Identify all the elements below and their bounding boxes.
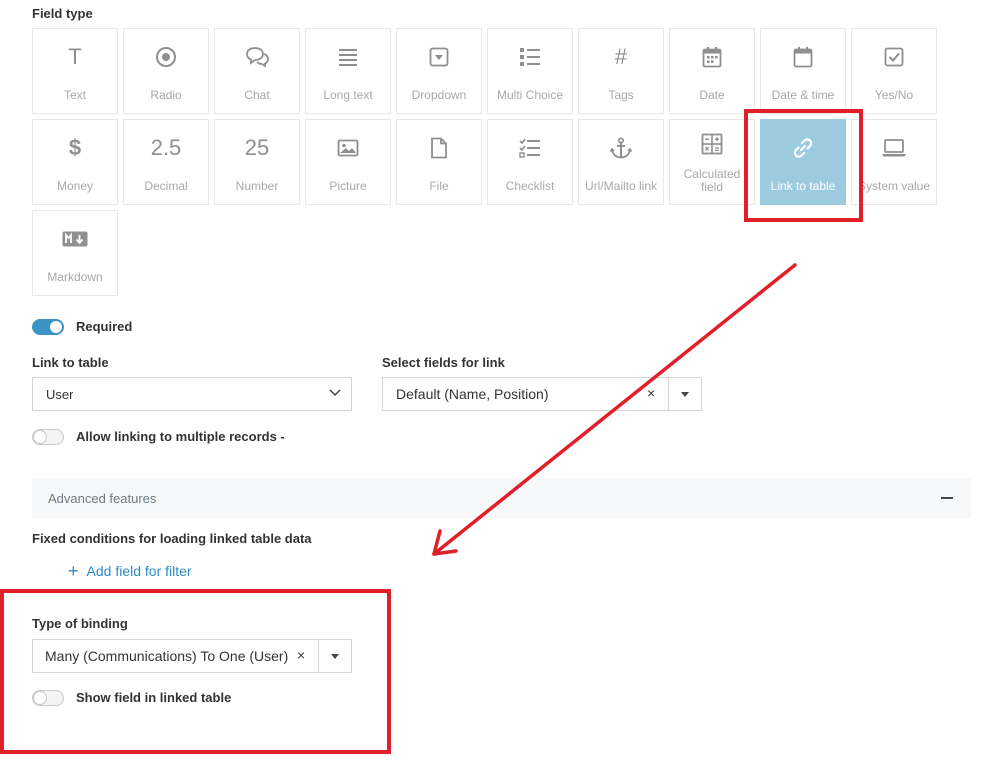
field-type-number[interactable]: 25 Number	[214, 119, 300, 205]
field-type-markdown[interactable]: Markdown	[32, 210, 118, 296]
fixed-conditions-label: Fixed conditions for loading linked tabl…	[32, 531, 312, 546]
chat-icon	[244, 43, 270, 71]
plus-icon: +	[68, 561, 79, 581]
tile-label: Checklist	[505, 179, 555, 193]
decimal-icon: 2.5	[150, 135, 182, 160]
hash-icon: #	[614, 44, 628, 69]
picture-icon	[337, 134, 359, 162]
show-linked-label: Show field in linked table	[76, 690, 232, 705]
tile-label: Dropdown	[411, 88, 467, 102]
laptop-icon	[881, 134, 907, 162]
type-of-binding-value: Many (Communications) To One (User)	[45, 648, 289, 664]
checklist-icon	[519, 134, 541, 162]
tile-label: Money	[56, 179, 94, 193]
allow-multiple-label: Allow linking to multiple records -	[76, 429, 285, 444]
field-type-chat[interactable]: Chat	[214, 28, 300, 114]
tile-label: Calculated field	[683, 167, 741, 194]
file-icon	[430, 134, 448, 162]
anchor-icon	[610, 134, 632, 162]
tile-label: Long text	[323, 88, 373, 102]
field-type-link-to-table[interactable]: Link to table	[760, 119, 846, 205]
required-label: Required	[76, 319, 133, 334]
checkbox-icon	[884, 43, 904, 71]
select-fields-value: Default (Name, Position)	[396, 386, 549, 402]
link-to-table-label: Link to table	[32, 355, 109, 370]
advanced-features-panel[interactable]: Advanced features	[32, 478, 971, 518]
field-type-multi-choice[interactable]: Multi Choice	[487, 28, 573, 114]
select-fields-label: Select fields for link	[382, 355, 505, 370]
field-type-yes-no[interactable]: Yes/No	[851, 28, 937, 114]
tile-label: Link to table	[770, 179, 836, 193]
tile-label: Multi Choice	[496, 88, 564, 102]
radio-icon	[155, 43, 177, 71]
field-type-checklist[interactable]: Checklist	[487, 119, 573, 205]
caret-down-icon	[681, 392, 689, 397]
calendar-icon	[702, 43, 722, 71]
collapse-icon[interactable]	[941, 497, 953, 499]
clear-icon[interactable]: ×	[297, 647, 305, 663]
field-type-date-time[interactable]: Date & time	[760, 28, 846, 114]
tile-label: Text	[63, 88, 86, 102]
advanced-features-label: Advanced features	[48, 491, 157, 506]
field-type-url-mailto[interactable]: Url/Mailto link	[578, 119, 664, 205]
field-type-decimal[interactable]: 2.5 Decimal	[123, 119, 209, 205]
select-fields-select[interactable]: Default (Name, Position) ×	[382, 377, 702, 411]
field-type-date[interactable]: Date	[669, 28, 755, 114]
markdown-icon	[62, 225, 88, 253]
link-to-table-select[interactable]: User	[32, 377, 352, 411]
field-type-calculated[interactable]: Calculated field	[669, 119, 755, 205]
tile-label: System value	[857, 179, 931, 193]
tile-label: Chat	[244, 88, 270, 102]
tile-label: Picture	[329, 179, 367, 193]
tile-label: Number	[235, 179, 279, 193]
tile-label: Decimal	[144, 179, 188, 193]
field-type-long-text[interactable]: Long text	[305, 28, 391, 114]
tile-label: Date & time	[771, 88, 835, 102]
allow-multiple-toggle[interactable]	[32, 429, 64, 445]
dollar-icon: $	[68, 135, 82, 160]
tile-label: Tags	[608, 88, 634, 102]
tile-label: Radio	[150, 88, 182, 102]
select-fields-dropdown-button[interactable]	[668, 378, 701, 410]
field-type-text[interactable]: T Text	[32, 28, 118, 114]
number-icon: 25	[244, 135, 270, 160]
tile-label: Yes/No	[874, 88, 914, 102]
calculator-icon	[701, 130, 723, 158]
calendar-time-icon	[793, 43, 813, 71]
type-of-binding-dropdown-button[interactable]	[318, 640, 351, 672]
tile-label: Date	[699, 88, 725, 102]
field-type-picture[interactable]: Picture	[305, 119, 391, 205]
field-type-dropdown[interactable]: Dropdown	[396, 28, 482, 114]
required-toggle[interactable]	[32, 319, 64, 335]
add-field-for-filter-label: Add field for filter	[86, 563, 192, 579]
show-linked-toggle[interactable]	[32, 690, 64, 706]
text-icon: T	[68, 44, 82, 69]
type-of-binding-label: Type of binding	[32, 616, 128, 631]
field-type-radio[interactable]: Radio	[123, 28, 209, 114]
multi-choice-icon	[519, 43, 541, 71]
tile-label: File	[429, 179, 449, 193]
long-text-icon	[338, 43, 358, 71]
field-type-label: Field type	[32, 6, 93, 21]
tile-label: Url/Mailto link	[584, 179, 657, 193]
chevron-down-icon	[329, 389, 341, 397]
caret-down-icon	[331, 654, 339, 659]
link-icon	[791, 134, 815, 162]
field-type-money[interactable]: $ Money	[32, 119, 118, 205]
dropdown-icon	[429, 43, 449, 71]
field-type-file[interactable]: File	[396, 119, 482, 205]
link-to-table-value: User	[46, 387, 74, 402]
clear-icon[interactable]: ×	[647, 385, 655, 401]
field-type-system-value[interactable]: System value	[851, 119, 937, 205]
field-type-tags[interactable]: # Tags	[578, 28, 664, 114]
type-of-binding-select[interactable]: Many (Communications) To One (User) ×	[32, 639, 352, 673]
add-field-for-filter-link[interactable]: + Add field for filter	[68, 561, 192, 582]
tile-label: Markdown	[47, 270, 103, 284]
